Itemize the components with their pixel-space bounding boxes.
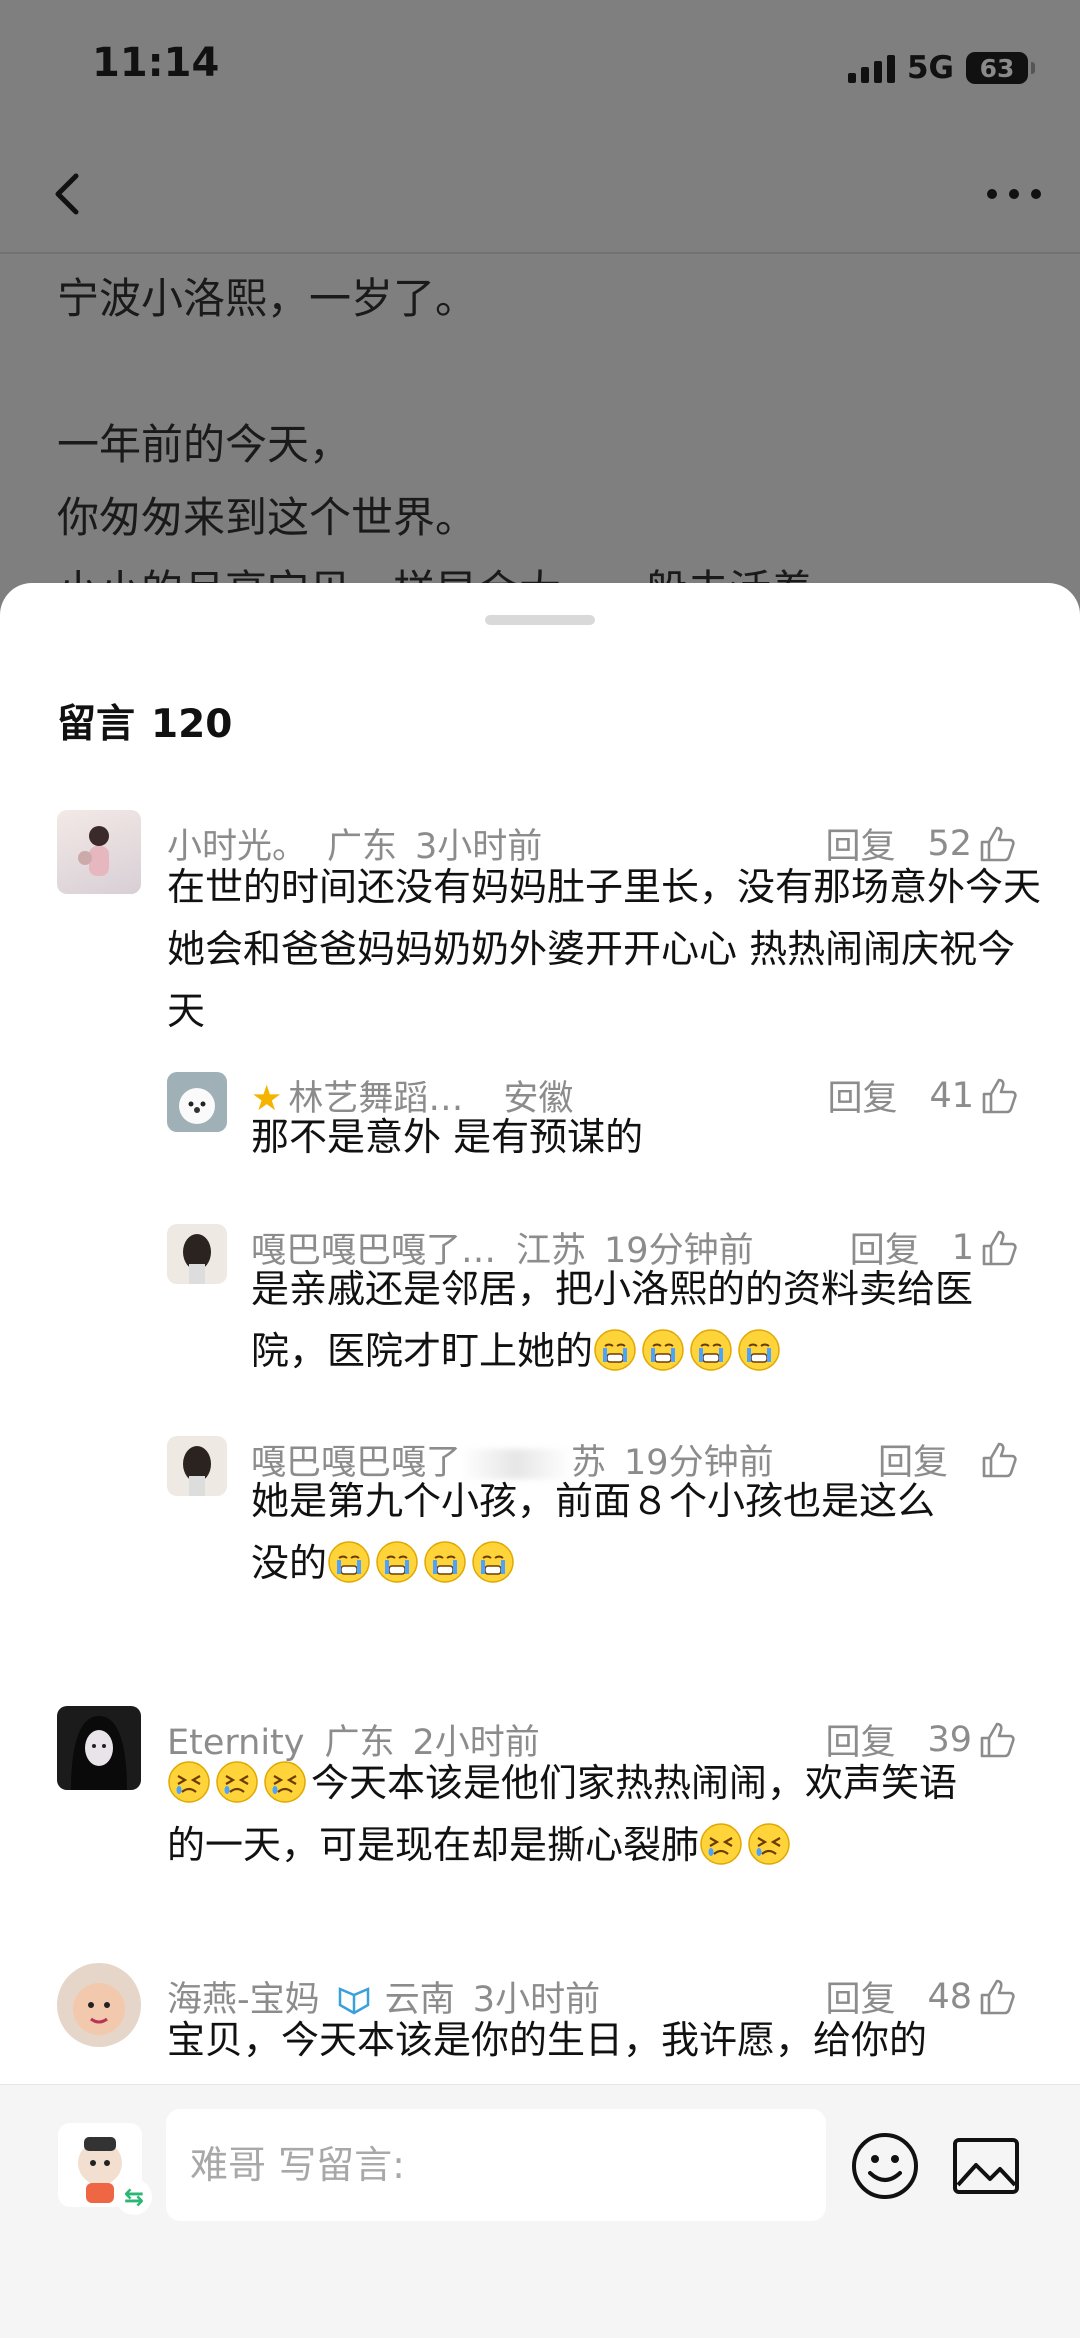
reply-text: 那不是意外 是有预谋的	[251, 1115, 644, 1159]
article-line	[57, 335, 1037, 408]
signal-icon	[847, 53, 895, 83]
crying-emoji	[471, 1540, 515, 1584]
reply-text: 她是第九个小孩，前面８个小孩也是这么 没的	[251, 1470, 1021, 1594]
comment-item: Eternity 广东 2小时前 回复 39 今天本该是他们家热热闹闹，欢声笑语 的…	[57, 1706, 1080, 1896]
persevering-emoji	[215, 1760, 259, 1804]
avatar-image	[78, 826, 109, 876]
comments-count: 120	[151, 702, 233, 747]
comment-text-content: 的一天，可是现在却是撕心裂肺	[167, 1823, 700, 1867]
avatar[interactable]	[57, 1706, 141, 1790]
comment-input-bar: ⇆	[0, 2084, 1080, 2338]
comment-input[interactable]	[166, 2109, 826, 2221]
reply-text: 是亲戚还是邻居，把小洛熙的的资料卖给医院，医院才盯上她的	[251, 1258, 1021, 1382]
sheet-drag-handle[interactable]	[485, 615, 595, 625]
comment-text: 今天本该是他们家热热闹闹，欢声笑语 的一天，可是现在却是撕心裂肺	[167, 1752, 1077, 1876]
network-type: 5G	[906, 50, 954, 86]
avatar[interactable]	[57, 1963, 141, 2047]
comment-text-content: 今天本该是他们家热热闹闹，欢声笑语	[311, 1761, 958, 1805]
comment-text-line: 的一天，可是现在却是撕心裂肺	[167, 1814, 1077, 1876]
crying-emoji	[689, 1328, 733, 1372]
persevering-emoji	[263, 1760, 307, 1804]
avatar[interactable]	[167, 1224, 227, 1284]
crying-emoji	[423, 1540, 467, 1584]
persevering-emoji	[699, 1822, 743, 1866]
reply-item: 嘎巴嘎巴嘎了苏 19分钟前 回复 她是第九个小孩，前面８个小孩也是这么 没的	[167, 1436, 1020, 1616]
article-line: 你匆匆来到这个世界。	[57, 493, 478, 542]
avatar-image	[183, 1234, 211, 1284]
crying-emoji	[641, 1328, 685, 1372]
reply-item: ★ 林艺舞蹈… 安徽 回复 41 那不是意外 是有预谋的	[167, 1072, 1020, 1192]
reply-text-line: 没的	[251, 1532, 1021, 1594]
ellipsis-icon[interactable]	[978, 164, 1050, 224]
reply-item: 嘎巴嘎巴嘎了… 江苏 19分钟前 回复 1 是亲戚还是邻居，把小洛熙的的资料卖给医院…	[167, 1224, 1020, 1404]
avatar[interactable]	[57, 810, 141, 894]
chevron-left-icon[interactable]	[40, 164, 100, 224]
battery-icon: 63	[966, 52, 1035, 84]
comment-text: 宝贝，今天本该是你的生日，我许愿，给你的	[167, 2018, 928, 2062]
status-time: 11:14	[92, 40, 220, 86]
article-line: 宁波小洛熙，一岁了。	[57, 274, 478, 323]
avatar-image	[179, 1088, 215, 1124]
my-avatar[interactable]: ⇆	[58, 2123, 152, 2215]
article-navbar	[0, 140, 1080, 254]
avatar[interactable]	[167, 1072, 227, 1132]
status-bar: 11:14 5G 63	[0, 0, 1080, 140]
avatar-image	[71, 1716, 127, 1790]
persevering-emoji	[747, 1822, 791, 1866]
crying-emoji	[593, 1328, 637, 1372]
status-indicators: 5G 63	[847, 48, 1035, 88]
comments-title: 留言 120	[57, 693, 248, 749]
avatar-image	[73, 1983, 125, 2035]
article-body: 宁波小洛熙，一岁了。 一年前的今天， 你匆匆来到这个世界。 小小的月亮宝贝，样早…	[57, 262, 1037, 627]
avatar[interactable]	[167, 1436, 227, 1496]
article-line: 一年前的今天，	[57, 420, 352, 469]
smiley-icon[interactable]	[850, 2131, 920, 2201]
image-icon[interactable]	[952, 2135, 1020, 2197]
reply-text-line: 她是第九个小孩，前面８个小孩也是这么	[251, 1479, 936, 1523]
crying-emoji	[737, 1328, 781, 1372]
comment-item: 小时光。 广东 3小时前 回复 52 在世的时间还没有妈妈肚子里长，没有那场意外今天…	[57, 810, 1080, 1750]
crying-emoji	[327, 1540, 371, 1584]
avatar-image	[183, 1446, 211, 1496]
crying-emoji	[375, 1540, 419, 1584]
comment-text-line: 今天本该是他们家热热闹闹，欢声笑语	[167, 1752, 1077, 1814]
persevering-emoji	[167, 1760, 211, 1804]
reply-text-content: 没的	[251, 1541, 328, 1585]
comment-text: 在世的时间还没有妈妈肚子里长，没有那场意外今天她会和爸爸妈妈奶奶外婆开开心心 热…	[167, 865, 1042, 1033]
switch-account-icon[interactable]: ⇆	[116, 2179, 152, 2215]
comments-title-label: 留言	[57, 702, 136, 747]
comments-sheet: 留言 120 小时光。 广东 3小时前 回复 52 在世的时间还没有妈妈肚子里长，没有…	[0, 583, 1080, 2337]
